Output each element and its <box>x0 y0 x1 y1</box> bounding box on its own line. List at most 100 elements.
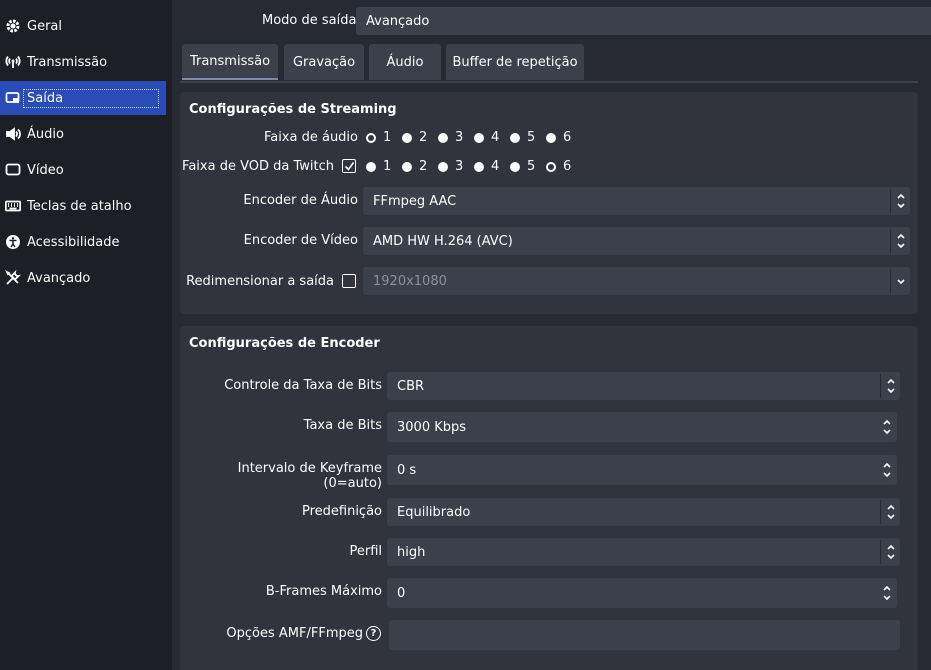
radio-label: 4 <box>491 130 500 145</box>
radio-label: 1 <box>383 159 392 174</box>
max-bframes-value: 0 <box>397 585 406 601</box>
radio-label: 3 <box>455 130 464 145</box>
vod-track-radio-5[interactable]: 5 <box>510 159 535 174</box>
audio-track-radio-4[interactable]: 4 <box>474 130 499 145</box>
rate-control-select[interactable]: CBR <box>387 372 900 400</box>
vod-track-radio-1[interactable]: 1 <box>366 159 391 174</box>
radio-label: 2 <box>419 159 428 174</box>
profile-select[interactable]: high <box>387 538 900 566</box>
radio-dot <box>474 161 484 172</box>
keyboard-icon <box>4 197 22 215</box>
gear-icon <box>4 17 22 35</box>
sidebar-item-video[interactable]: Vídeo <box>0 153 166 187</box>
amf-options-input[interactable] <box>389 620 900 650</box>
sidebar-item-label: Geral <box>27 18 62 34</box>
output-mode-label: Modo de saída <box>262 13 357 28</box>
chevron-down-icon <box>890 269 910 293</box>
tab-divider <box>180 81 918 83</box>
sidebar-item-label: Avançado <box>27 270 91 286</box>
settings-main-panel: Modo de saída Avançado Transmissão Grava… <box>172 0 931 670</box>
sidebar-item-teclas-de-atalho[interactable]: Teclas de atalho <box>0 189 166 223</box>
output-mode-value: Avançado <box>366 13 430 29</box>
updown-icon <box>880 540 900 564</box>
encoder-group-title: Configurações de Encoder <box>189 336 380 351</box>
audio-encoder-select[interactable]: FFmpeg AAC <box>363 187 910 215</box>
keyframe-interval-spinbox[interactable]: 0 s <box>387 455 897 485</box>
radio-label: 2 <box>419 130 428 145</box>
sidebar-item-geral[interactable]: Geral <box>0 9 166 43</box>
vod-track-checkbox[interactable] <box>342 159 356 173</box>
tab-buffer-de-repeticao[interactable]: Buffer de repetição <box>446 44 584 80</box>
rate-control-label: Controle da Taxa de Bits <box>224 378 382 393</box>
max-bframes-spinbox[interactable]: 0 <box>387 578 897 608</box>
radio-dot <box>438 161 448 172</box>
radio-dot <box>402 132 412 143</box>
bitrate-label: Taxa de Bits <box>303 418 382 433</box>
max-bframes-label: B-Frames Máximo <box>265 584 382 599</box>
rescale-resolution-select[interactable]: 1920x1080 <box>363 267 910 295</box>
radio-dot <box>546 161 556 172</box>
radio-label: 5 <box>527 130 536 145</box>
encoder-settings-group: Configurações de Encoder Controle da Tax… <box>180 326 918 670</box>
radio-dot <box>510 132 520 143</box>
amf-options-label: Opções AMF/FFmpeg <box>226 626 363 641</box>
sidebar-item-label: Áudio <box>27 126 64 142</box>
radio-label: 1 <box>383 130 392 145</box>
vod-track-radio-2[interactable]: 2 <box>402 159 427 174</box>
vod-track-label: Faixa de VOD da Twitch <box>182 159 334 174</box>
output-icon <box>4 89 22 107</box>
spinner-arrows-icon[interactable] <box>877 414 897 440</box>
tab-label: Gravação <box>292 54 356 70</box>
vod-track-radio-6[interactable]: 6 <box>546 159 571 174</box>
output-mode-select[interactable]: Avançado <box>356 7 931 35</box>
vod-track-radio-4[interactable]: 4 <box>474 159 499 174</box>
audio-track-radio-1[interactable]: 1 <box>366 130 391 145</box>
profile-value: high <box>397 544 426 560</box>
radio-dot <box>402 161 412 172</box>
tab-label: Áudio <box>386 54 424 70</box>
sidebar-item-saida[interactable]: Saída <box>0 81 166 115</box>
sidebar-item-label: Transmissão <box>27 54 108 70</box>
keyframe-interval-label: Intervalo de Keyframe (0=auto) <box>237 461 382 491</box>
audio-track-radio-6[interactable]: 6 <box>546 130 571 145</box>
radio-dot <box>438 132 448 143</box>
video-encoder-select[interactable]: AMD HW H.264 (AVC) <box>363 227 910 255</box>
vod-track-radio-3[interactable]: 3 <box>438 159 463 174</box>
radio-label: 5 <box>527 159 536 174</box>
video-encoder-label: Encoder de Vídeo <box>243 233 358 248</box>
tab-gravacao[interactable]: Gravação <box>284 44 364 80</box>
audio-track-radio-5[interactable]: 5 <box>510 130 535 145</box>
streaming-settings-group: Configurações de Streaming Faixa de áudi… <box>180 92 918 314</box>
bitrate-spinbox[interactable]: 3000 Kbps <box>387 412 897 442</box>
updown-icon <box>890 229 910 253</box>
sidebar-item-transmissao[interactable]: Transmissão <box>0 45 166 79</box>
sidebar-item-label: Acessibilidade <box>27 234 120 250</box>
radio-dot <box>366 132 376 143</box>
radio-label: 6 <box>563 130 572 145</box>
updown-icon <box>880 500 900 524</box>
tab-audio[interactable]: Áudio <box>369 44 441 80</box>
tools-icon <box>4 269 22 287</box>
sidebar-item-acessibilidade[interactable]: Acessibilidade <box>0 225 166 259</box>
help-icon[interactable]: ? <box>366 626 381 641</box>
tab-label: Transmissão <box>189 53 271 69</box>
tab-transmissao[interactable]: Transmissão <box>182 44 278 80</box>
speaker-icon <box>4 125 22 143</box>
audio-track-radio-2[interactable]: 2 <box>402 130 427 145</box>
accessibility-icon <box>4 233 22 251</box>
preset-select[interactable]: Equilibrado <box>387 498 900 526</box>
spinner-arrows-icon[interactable] <box>877 580 897 606</box>
sidebar-item-audio[interactable]: Áudio <box>0 117 166 151</box>
sidebar-item-avancado[interactable]: Avançado <box>0 261 166 295</box>
profile-label: Perfil <box>349 544 382 559</box>
spinner-arrows-icon[interactable] <box>877 457 897 483</box>
audio-track-radio-3[interactable]: 3 <box>438 130 463 145</box>
rate-control-value: CBR <box>397 378 425 394</box>
bitrate-value: 3000 Kbps <box>397 419 467 435</box>
broadcast-icon <box>4 53 22 71</box>
tab-label: Buffer de repetição <box>452 54 578 70</box>
radio-dot <box>510 161 520 172</box>
radio-dot <box>366 161 376 172</box>
rescale-resolution-value: 1920x1080 <box>373 273 447 289</box>
rescale-output-checkbox[interactable] <box>342 274 356 288</box>
